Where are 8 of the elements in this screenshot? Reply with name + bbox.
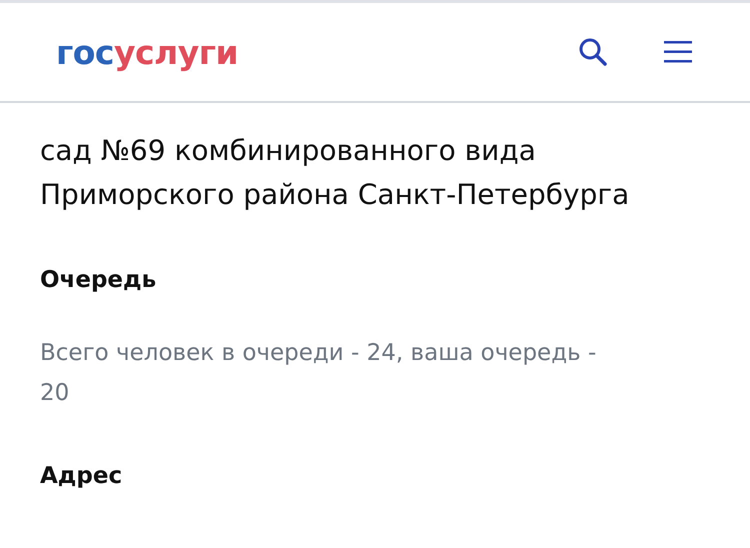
logo[interactable]: госуслуги <box>56 32 238 72</box>
organization-name: Приморского района Санкт-Петербурга <box>40 177 630 213</box>
organization-name: сад №69 комбинированного вида <box>40 133 536 169</box>
section-text: Всего человек в очереди - 24, ваша очередь - 20 <box>40 339 598 408</box>
section-title: Адрес <box>40 462 122 491</box>
section-title: Очередь <box>40 266 156 295</box>
menu-icon[interactable] <box>664 41 692 63</box>
search-icon[interactable] <box>578 37 608 67</box>
